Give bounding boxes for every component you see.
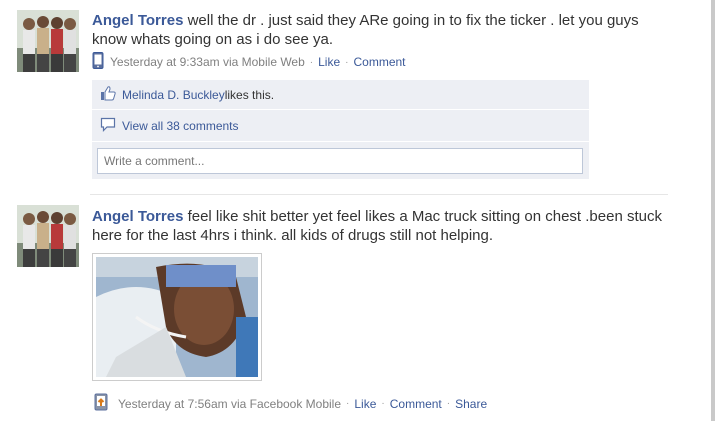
liker-name-link[interactable]: Melinda D. Buckley bbox=[122, 88, 225, 102]
thumbs-up-icon bbox=[100, 85, 116, 104]
likes-suffix: likes this. bbox=[224, 87, 275, 102]
timestamp[interactable]: Yesterday at 9:33am via Mobile Web bbox=[110, 55, 305, 69]
feedback-panel: Melinda D. Buckley likes this. View all … bbox=[92, 80, 589, 180]
separator-dot: · bbox=[309, 56, 314, 68]
separator-dot: · bbox=[345, 56, 349, 68]
mobile-upload-icon bbox=[92, 392, 112, 415]
actor-name-link[interactable]: Angel Torres bbox=[92, 12, 183, 29]
scrollbar[interactable] bbox=[711, 0, 715, 421]
like-link[interactable]: Like bbox=[354, 397, 376, 411]
feed-story-2: Angel Torres feel like shit better yet f… bbox=[0, 195, 710, 421]
view-comments-row[interactable]: View all 38 comments bbox=[92, 110, 589, 142]
story-message: Angel Torres feel like shit better yet f… bbox=[92, 207, 662, 245]
add-comment-row bbox=[92, 142, 589, 180]
timestamp[interactable]: Yesterday at 7:56am via Facebook Mobile bbox=[118, 397, 341, 411]
comment-link[interactable]: Comment bbox=[353, 55, 405, 69]
story-message: Angel Torres well the dr . just said the… bbox=[92, 11, 662, 49]
share-link[interactable]: Share bbox=[455, 397, 487, 411]
mobile-phone-icon bbox=[92, 52, 104, 72]
actor-name-link[interactable]: Angel Torres bbox=[92, 208, 183, 225]
comment-input[interactable] bbox=[97, 147, 583, 174]
comment-bubble-icon bbox=[100, 117, 116, 135]
hospital-photo bbox=[96, 257, 258, 377]
avatar[interactable] bbox=[17, 205, 79, 267]
story-meta: Yesterday at 7:56am via Facebook Mobile … bbox=[92, 392, 487, 415]
photo-attachment[interactable] bbox=[92, 253, 262, 381]
separator-dot: · bbox=[346, 398, 350, 409]
story-meta: Yesterday at 9:33am via Mobile Web · Lik… bbox=[92, 52, 406, 72]
view-all-comments-link[interactable]: View all 38 comments bbox=[122, 119, 239, 133]
comment-link[interactable]: Comment bbox=[390, 397, 442, 411]
separator-dot: · bbox=[446, 398, 451, 409]
feed-story-1: Angel Torres well the dr . just said the… bbox=[0, 0, 710, 190]
separator-dot: · bbox=[381, 398, 385, 409]
likes-row: Melinda D. Buckley likes this. bbox=[92, 80, 589, 110]
avatar[interactable] bbox=[17, 10, 79, 72]
like-link[interactable]: Like bbox=[318, 55, 340, 69]
